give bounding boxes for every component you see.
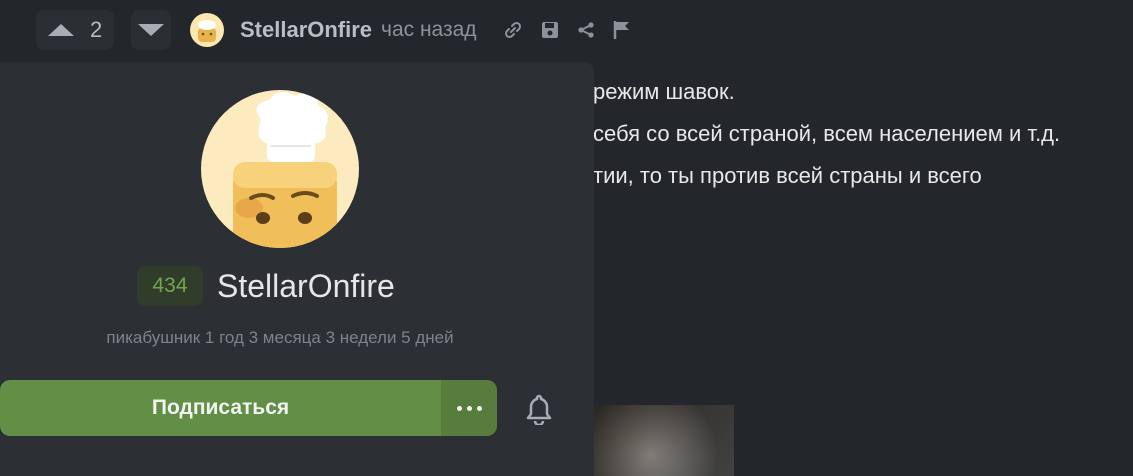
save-icon[interactable] [541,21,559,39]
downvote-icon[interactable] [138,24,164,36]
vote-count: 2 [90,17,103,42]
comment-image[interactable] [594,405,734,476]
comment-line: тии, то ты против всей страны и всего [593,163,982,188]
bell-icon[interactable] [524,393,554,425]
flag-icon[interactable] [613,20,631,40]
comment-text: режим шавок. себя со всей страной, всем … [593,71,1060,197]
downvote-button[interactable] [131,10,171,50]
comment-line: себя со всей страной, всем населением и … [593,121,1061,146]
author-name[interactable]: StellarOnfire [240,17,372,43]
more-icon [456,405,462,411]
profile-avatar[interactable] [201,90,359,248]
profile-popover: 434 StellarOnfire пикабушник 1 год 3 мес… [0,62,594,476]
more-icon [476,405,482,411]
subscribe-button[interactable]: Подписаться [0,380,441,436]
share-icon[interactable] [577,21,595,39]
vote-box: 2 [36,10,114,50]
rating-badge: 434 [137,266,203,306]
author-avatar[interactable] [190,13,224,47]
profile-meta: пикабушник 1 год 3 месяца 3 недели 5 дне… [106,328,454,347]
comment-line: режим шавок. [593,79,735,104]
comment-actions [503,20,631,40]
more-icon [466,405,472,411]
comment-time[interactable]: час назад [381,18,477,42]
more-button[interactable] [441,380,497,436]
upvote-icon[interactable] [48,24,74,36]
profile-name[interactable]: StellarOnfire [217,266,395,306]
link-icon[interactable] [503,20,523,40]
